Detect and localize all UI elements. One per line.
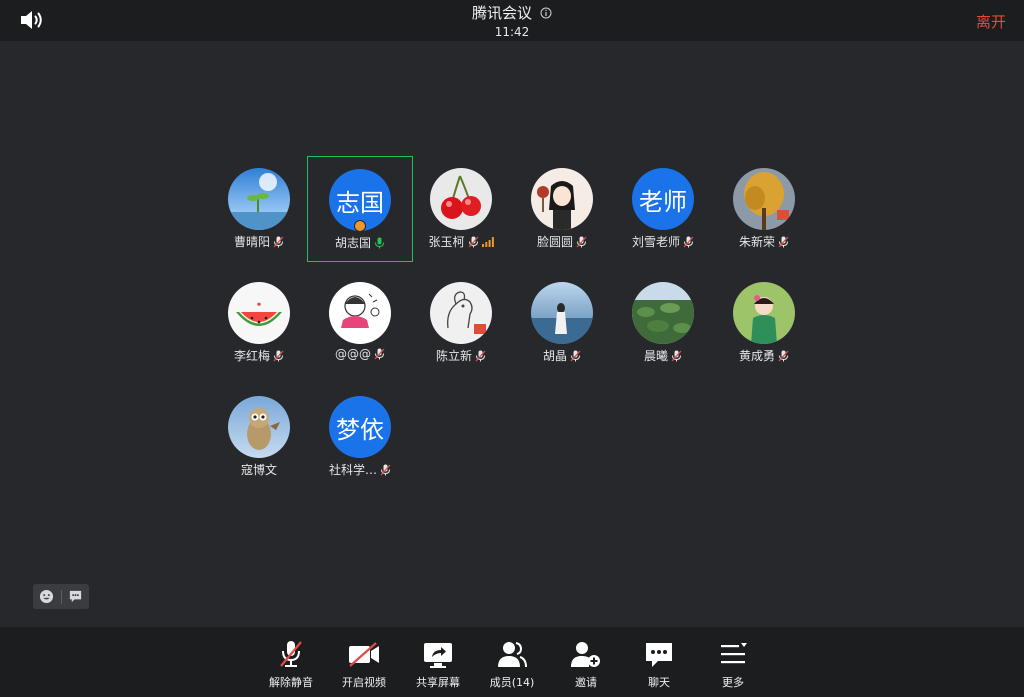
video-button[interactable]: 开启视频 xyxy=(327,627,401,697)
participant-name: 李红梅 xyxy=(233,349,270,363)
participant-avatar-autumn-tree xyxy=(733,168,795,230)
participant-tile[interactable]: 老师 刘雪老师 xyxy=(610,156,716,262)
mic-muted-icon xyxy=(273,236,284,247)
participant-name-row: 陈立新 xyxy=(436,347,486,364)
participant-avatar-initials: 老师 xyxy=(632,168,694,230)
mic-muted-icon xyxy=(380,464,391,475)
camera-off-icon xyxy=(349,642,379,667)
participant-avatar-sky-sprout xyxy=(228,168,290,230)
chat-bubble-icon[interactable] xyxy=(62,584,90,609)
participant-name: 刘雪老师 xyxy=(631,235,680,249)
participant-tile[interactable]: 朱新荣 xyxy=(711,156,817,262)
video-label: 开启视频 xyxy=(342,676,386,689)
participant-name: 曹晴阳 xyxy=(233,235,270,249)
emoji-icon[interactable] xyxy=(33,584,61,609)
mic-muted-icon xyxy=(671,350,682,361)
participant-tile[interactable]: 胡晶 xyxy=(509,270,615,376)
participant-name: 寇博文 xyxy=(240,463,277,477)
participant-name-row: 胡志国 xyxy=(335,234,385,251)
invite-label: 邀请 xyxy=(575,676,597,689)
participant-name: 晨曦 xyxy=(643,349,668,363)
participant-name: 胡志国 xyxy=(334,236,371,250)
share-button[interactable]: 共享屏幕 xyxy=(401,627,475,697)
participant-name-row: 张玉柯 xyxy=(428,233,494,250)
participant-name-row: 寇博文 xyxy=(241,461,277,478)
participant-name-row: 脸圆圆 xyxy=(537,233,587,250)
participant-avatar-initials: 梦依 xyxy=(329,396,391,458)
mic-muted-icon xyxy=(374,348,385,360)
participant-avatar-cherries xyxy=(430,168,492,230)
participant-name: 朱新荣 xyxy=(738,235,775,249)
participant-name-row: 社科学… xyxy=(329,461,391,478)
share-screen-icon xyxy=(424,643,452,668)
mic-muted-icon xyxy=(468,236,478,247)
chat-button[interactable]: 聊天 xyxy=(622,627,696,697)
mic-muted-icon xyxy=(778,350,789,361)
participant-tile[interactable]: 张玉柯 xyxy=(408,156,514,262)
chat-label: 聊天 xyxy=(648,676,670,689)
mic-muted-icon xyxy=(576,236,587,247)
participant-avatar-cartoon-girl xyxy=(531,168,593,230)
participant-name-row: 胡晶 xyxy=(543,347,581,364)
share-label: 共享屏幕 xyxy=(416,676,460,689)
floating-tools xyxy=(33,584,89,609)
participant-name: 黄成勇 xyxy=(738,349,775,363)
participant-tile[interactable]: 志国 胡志国 xyxy=(307,156,413,262)
participant-name-row: 朱新荣 xyxy=(739,233,789,250)
participant-tile[interactable]: 梦依社科学… xyxy=(307,384,413,490)
participant-name-row: 晨曦 xyxy=(644,347,682,364)
participant-name: 社科学… xyxy=(328,463,377,477)
participant-name: 陈立新 xyxy=(435,349,472,363)
participant-name-row: @@@ xyxy=(335,347,385,361)
participant-avatar-watermelon xyxy=(228,282,290,344)
members-button[interactable]: 成员(14) xyxy=(475,627,549,697)
members-icon xyxy=(498,642,527,668)
participant-tile[interactable]: 脸圆圆 xyxy=(509,156,615,262)
mic-muted-icon xyxy=(273,350,284,361)
participant-name-row: 李红梅 xyxy=(234,347,284,364)
mic-muted-icon xyxy=(778,236,789,247)
participant-name: 脸圆圆 xyxy=(536,235,573,249)
participant-tile[interactable]: @@@ xyxy=(307,270,413,376)
participant-name-row: 曹晴阳 xyxy=(234,233,284,250)
participant-tile[interactable]: 黄成勇 xyxy=(711,270,817,376)
participant-name-row: 黄成勇 xyxy=(739,347,789,364)
participant-grid: 曹晴阳 志国 胡志国 张玉柯 脸圆圆 老师 刘雪老师 朱新荣 李红梅 @@@ 陈立新 胡晶 晨曦 黄成勇寇… xyxy=(0,0,1024,627)
participant-avatar-sketch-girl xyxy=(329,282,391,344)
mic-muted-icon xyxy=(570,350,581,361)
participant-avatar-pony-sketch xyxy=(430,282,492,344)
more-label: 更多 xyxy=(722,676,744,689)
signal-strength-icon xyxy=(481,236,494,247)
participant-avatar-owl-figure xyxy=(228,396,290,458)
members-label: 成员(14) xyxy=(489,676,535,689)
participant-name: @@@ xyxy=(335,347,371,361)
mic-muted-icon xyxy=(683,236,694,247)
host-badge-icon xyxy=(354,220,366,232)
unmute-button[interactable]: 解除静音 xyxy=(254,627,328,697)
more-button[interactable]: 更多 xyxy=(696,627,770,697)
invite-button[interactable]: 邀请 xyxy=(549,627,623,697)
participant-avatar-child-portrait xyxy=(733,282,795,344)
participant-name: 张玉柯 xyxy=(428,235,465,249)
add-user-icon xyxy=(571,642,600,667)
participant-tile[interactable]: 寇博文 xyxy=(206,384,312,490)
participant-tile[interactable]: 晨曦 xyxy=(610,270,716,376)
participant-name: 胡晶 xyxy=(542,349,567,363)
unmute-label: 解除静音 xyxy=(269,676,313,689)
more-menu-icon xyxy=(721,643,747,664)
participant-avatar-lotus-pond xyxy=(632,282,694,344)
participant-tile[interactable]: 曹晴阳 xyxy=(206,156,312,262)
bottom-toolbar: 解除静音 开启视频 共享屏幕 成员(14) 邀请 聊天 更多 xyxy=(0,627,1024,697)
participant-avatar-seaside-girl xyxy=(531,282,593,344)
participant-name-row: 刘雪老师 xyxy=(632,233,694,250)
mic-muted-icon xyxy=(280,641,302,667)
participant-tile[interactable]: 陈立新 xyxy=(408,270,514,376)
mic-on-icon xyxy=(375,237,384,248)
mic-muted-icon xyxy=(475,350,486,361)
participant-tile[interactable]: 李红梅 xyxy=(206,270,312,376)
chat-icon xyxy=(646,643,672,667)
